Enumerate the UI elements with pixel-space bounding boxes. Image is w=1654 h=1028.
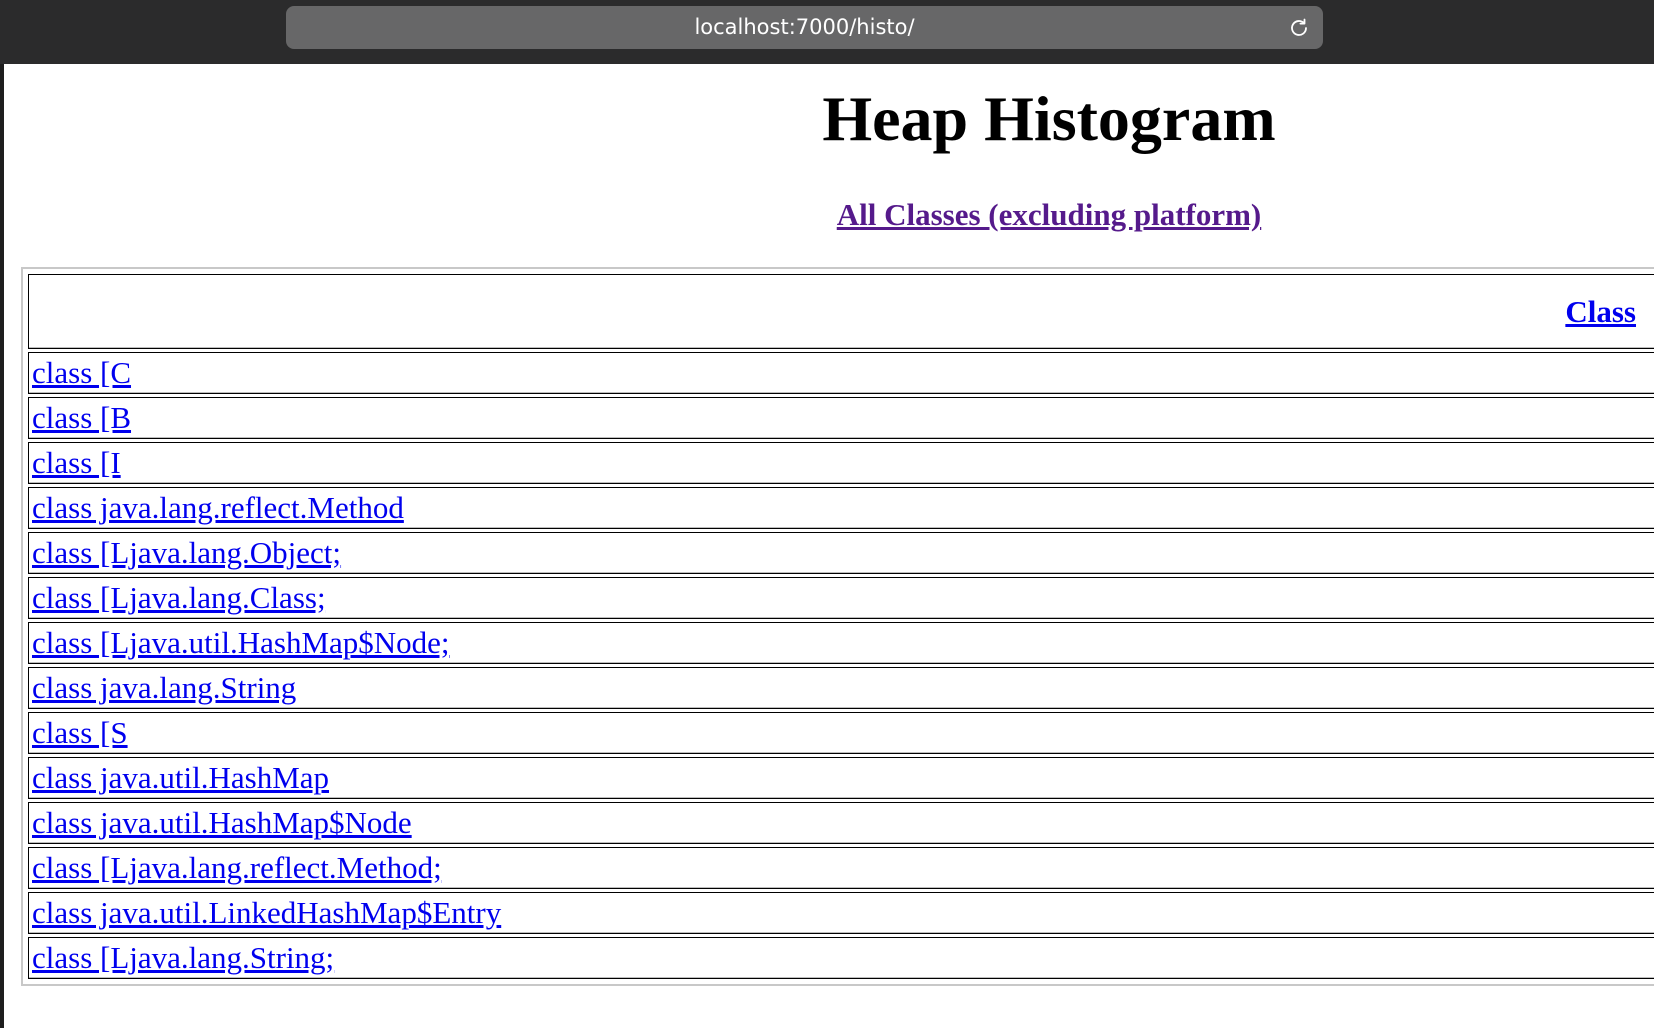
- table-row: class [B: [28, 397, 1654, 439]
- class-link[interactable]: class java.util.HashMap: [32, 760, 329, 795]
- class-link[interactable]: class [Ljava.lang.String;: [32, 940, 334, 975]
- table-row: class [C: [28, 352, 1654, 394]
- class-cell: class java.lang.String: [28, 667, 1654, 709]
- class-cell: class java.util.HashMap$Node: [28, 802, 1654, 844]
- class-cell: class java.lang.reflect.Method: [28, 487, 1654, 529]
- table-row: class [Ljava.lang.Object;: [28, 532, 1654, 574]
- table-header-row: Class: [28, 274, 1654, 349]
- table-row: class java.lang.String: [28, 667, 1654, 709]
- table-row: class [I: [28, 442, 1654, 484]
- class-link[interactable]: class [Ljava.lang.Class;: [32, 580, 326, 615]
- class-link[interactable]: class [Ljava.lang.reflect.Method;: [32, 850, 442, 885]
- browser-toolbar: localhost:7000/histo/: [0, 0, 1654, 64]
- class-cell: class [Ljava.lang.Class;: [28, 577, 1654, 619]
- class-cell: class [Ljava.util.HashMap$Node;: [28, 622, 1654, 664]
- reload-icon[interactable]: [1287, 16, 1311, 40]
- all-classes-link-container: All Classes (excluding platform): [4, 196, 1654, 233]
- class-link[interactable]: class java.lang.String: [32, 670, 296, 705]
- class-cell: class [Ljava.lang.Object;: [28, 532, 1654, 574]
- page-viewport: Heap Histogram All Classes (excluding pl…: [0, 64, 1654, 1028]
- class-cell: class [B: [28, 397, 1654, 439]
- class-cell: class java.util.LinkedHashMap$Entry: [28, 892, 1654, 934]
- table-row: class java.util.HashMap$Node: [28, 802, 1654, 844]
- class-cell: class java.util.HashMap: [28, 757, 1654, 799]
- class-link[interactable]: class java.util.HashMap$Node: [32, 805, 412, 840]
- table-row: class [Ljava.util.HashMap$Node;: [28, 622, 1654, 664]
- class-cell: class [S: [28, 712, 1654, 754]
- class-link[interactable]: class [Ljava.lang.Object;: [32, 535, 341, 570]
- class-link[interactable]: class [Ljava.util.HashMap$Node;: [32, 625, 450, 660]
- table-row: class java.lang.reflect.Method: [28, 487, 1654, 529]
- class-cell: class [Ljava.lang.reflect.Method;: [28, 847, 1654, 889]
- class-link[interactable]: class java.lang.reflect.Method: [32, 490, 404, 525]
- class-link[interactable]: class java.util.LinkedHashMap$Entry: [32, 895, 501, 930]
- class-cell: class [I: [28, 442, 1654, 484]
- all-classes-link[interactable]: All Classes (excluding platform): [837, 197, 1262, 232]
- class-link[interactable]: class [S: [32, 715, 128, 750]
- table-row: class [S: [28, 712, 1654, 754]
- class-sort-link[interactable]: Class: [1565, 294, 1636, 329]
- table-row: class [Ljava.lang.reflect.Method;: [28, 847, 1654, 889]
- address-bar[interactable]: localhost:7000/histo/: [286, 6, 1323, 49]
- table-row: class java.util.LinkedHashMap$Entry: [28, 892, 1654, 934]
- class-column-header: Class: [28, 274, 1654, 349]
- table-row: class java.util.HashMap: [28, 757, 1654, 799]
- class-cell: class [Ljava.lang.String;: [28, 937, 1654, 979]
- class-link[interactable]: class [B: [32, 400, 131, 435]
- url-text[interactable]: localhost:7000/histo/: [286, 6, 1323, 49]
- class-link[interactable]: class [C: [32, 355, 131, 390]
- histogram-table: Class class [C class [B class [I class j…: [21, 267, 1654, 986]
- table-row: class [Ljava.lang.Class;: [28, 577, 1654, 619]
- class-cell: class [C: [28, 352, 1654, 394]
- table-row: class [Ljava.lang.String;: [28, 937, 1654, 979]
- page-title: Heap Histogram: [822, 83, 1276, 154]
- class-link[interactable]: class [I: [32, 445, 121, 480]
